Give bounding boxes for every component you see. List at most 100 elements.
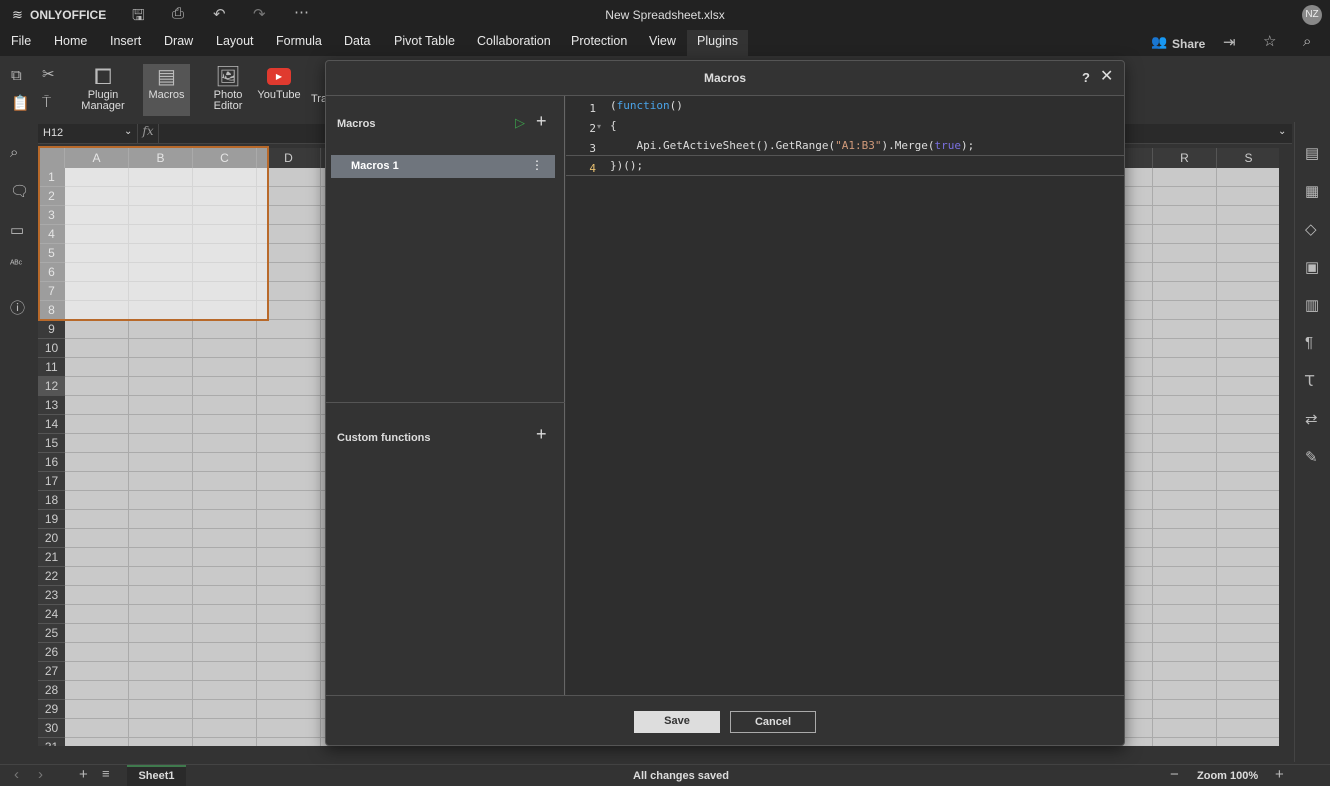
- search-icon[interactable]: ⌕: [10, 144, 18, 161]
- row-header[interactable]: 13: [38, 396, 65, 415]
- menu-view[interactable]: View: [649, 34, 676, 48]
- code-line-3: Api.GetActiveSheet().GetRange("A1:B3").M…: [610, 139, 975, 152]
- cell-reference-box[interactable]: H12: [43, 127, 63, 139]
- chat-icon[interactable]: ▭: [10, 221, 24, 239]
- row-header[interactable]: 16: [38, 453, 65, 472]
- menu-file[interactable]: File: [11, 34, 31, 48]
- spellcheck-icon[interactable]: ᴬᴮᶜ: [10, 259, 22, 270]
- image-settings-icon[interactable]: ▣: [1305, 258, 1319, 276]
- menu-collaboration[interactable]: Collaboration: [477, 34, 551, 48]
- paragraph-settings-icon[interactable]: ¶: [1305, 334, 1313, 351]
- row-header[interactable]: 10: [38, 339, 65, 358]
- row-header[interactable]: 23: [38, 586, 65, 605]
- pivot-settings-icon[interactable]: ⇄: [1305, 410, 1318, 428]
- row-header[interactable]: 9: [38, 320, 65, 339]
- row-header[interactable]: 20: [38, 529, 65, 548]
- title-bar: ≋ ONLYOFFICE 🖫 ⎙ ↶ ↷ ⋯ New Spreadsheet.x…: [0, 0, 1330, 30]
- code-line-1: (function(): [610, 99, 683, 112]
- help-button[interactable]: ?: [1082, 61, 1090, 95]
- menu-data[interactable]: Data: [344, 34, 370, 48]
- row-header[interactable]: 27: [38, 662, 65, 681]
- format-painter-icon[interactable]: ⍑: [42, 94, 51, 111]
- menu-layout[interactable]: Layout: [216, 34, 254, 48]
- document-title: New Spreadsheet.xlsx: [605, 8, 725, 22]
- row-header[interactable]: 28: [38, 681, 65, 700]
- horizontal-scrollbar[interactable]: [38, 746, 1292, 748]
- add-custom-function-icon[interactable]: +: [536, 424, 547, 445]
- table-settings-icon[interactable]: ▦: [1305, 182, 1319, 200]
- youtube-button[interactable]: ▶ YouTube: [256, 68, 302, 101]
- comments-icon[interactable]: 🗨: [10, 182, 29, 200]
- info-icon[interactable]: ⓘ: [10, 297, 25, 318]
- paste-icon[interactable]: 📋: [11, 94, 30, 112]
- menu-protection[interactable]: Protection: [571, 34, 627, 48]
- code-editor[interactable]: 1 2 ▾ 3 4 (function() { Api.GetActiveShe…: [566, 96, 1124, 695]
- macros-button[interactable]: ▤ Macros: [143, 64, 190, 116]
- shape-settings-icon[interactable]: ◇: [1305, 220, 1317, 238]
- fold-icon[interactable]: ▾: [597, 122, 601, 131]
- row-header[interactable]: 26: [38, 643, 65, 662]
- row-header[interactable]: 19: [38, 510, 65, 529]
- zoom-level[interactable]: Zoom 100%: [1197, 770, 1258, 782]
- insert-function-button[interactable]: fx: [137, 124, 159, 144]
- right-sidebar: ▤ ▦ ◇ ▣ ▥ ¶ Ꚍ ⇄ ✎: [1294, 122, 1330, 762]
- menu-pivot-table[interactable]: Pivot Table: [394, 34, 455, 48]
- open-location-icon[interactable]: ⇥: [1223, 33, 1236, 51]
- menu-insert[interactable]: Insert: [110, 34, 141, 48]
- chevron-down-icon[interactable]: ⌄: [124, 126, 132, 137]
- row-header[interactable]: 17: [38, 472, 65, 491]
- cell-settings-icon[interactable]: ▤: [1305, 144, 1319, 162]
- column-header[interactable]: S: [1217, 148, 1281, 168]
- row-header[interactable]: 21: [38, 548, 65, 567]
- search-icon[interactable]: ⌕: [1303, 33, 1311, 50]
- row-header[interactable]: 14: [38, 415, 65, 434]
- youtube-icon: ▶: [267, 68, 291, 85]
- share-button[interactable]: Share: [1172, 37, 1205, 51]
- copy-icon[interactable]: ⧉: [11, 67, 22, 84]
- row-header[interactable]: 30: [38, 719, 65, 738]
- macros-section-label: Macros: [337, 118, 376, 130]
- signature-icon[interactable]: ✎: [1305, 448, 1318, 466]
- share-icon[interactable]: 👥: [1151, 34, 1167, 50]
- puzzle-icon: ⧠: [94, 64, 112, 89]
- macros-icon: ▤: [157, 66, 176, 88]
- row-header[interactable]: 11: [38, 358, 65, 377]
- status-bar: ‹ › + ≡ Sheet1 All changes saved − Zoom …: [0, 764, 1330, 786]
- row-header[interactable]: 12: [38, 377, 65, 396]
- menu-draw[interactable]: Draw: [164, 34, 193, 48]
- row-header[interactable]: 18: [38, 491, 65, 510]
- photo-editor-button[interactable]: 🖼 Photo Editor: [205, 64, 251, 112]
- divider: [326, 402, 565, 403]
- photo-editor-icon: 🖼: [215, 66, 241, 88]
- plugin-manager-button[interactable]: ⧠ Plugin Manager: [78, 64, 128, 112]
- text-art-icon[interactable]: Ꚍ: [1305, 372, 1314, 390]
- row-header[interactable]: 15: [38, 434, 65, 453]
- add-macro-icon[interactable]: +: [536, 111, 547, 132]
- zoom-in-icon[interactable]: +: [1275, 766, 1284, 783]
- menu-plugins[interactable]: Plugins: [687, 30, 748, 56]
- cancel-button[interactable]: Cancel: [730, 711, 816, 733]
- chart-settings-icon[interactable]: ▥: [1305, 296, 1319, 314]
- run-macro-icon[interactable]: ▷: [515, 115, 525, 131]
- row-header[interactable]: 24: [38, 605, 65, 624]
- left-sidebar: ⌕ 🗨 ▭ ᴬᴮᶜ ⓘ: [0, 122, 38, 762]
- row-header[interactable]: 29: [38, 700, 65, 719]
- menu-formula[interactable]: Formula: [276, 34, 322, 48]
- zoom-out-icon[interactable]: −: [1170, 766, 1179, 783]
- save-button[interactable]: Save: [634, 711, 720, 733]
- menu-home[interactable]: Home: [54, 34, 87, 48]
- favorite-star-icon[interactable]: ☆: [1263, 32, 1276, 50]
- expand-formula-icon[interactable]: ⌄: [1278, 126, 1286, 137]
- save-status: All changes saved: [633, 770, 729, 782]
- close-icon[interactable]: ✕: [1100, 60, 1113, 94]
- column-header[interactable]: R: [1153, 148, 1217, 168]
- dialog-title: Macros: [703, 71, 747, 85]
- row-header[interactable]: 25: [38, 624, 65, 643]
- row-header[interactable]: 22: [38, 567, 65, 586]
- macros-dialog: Macros ? ✕ Macros ▷ + Macros 1 ⋮ Custom …: [325, 60, 1125, 746]
- user-avatar[interactable]: NZ: [1302, 5, 1322, 25]
- macro-options-icon[interactable]: ⋮: [531, 158, 543, 172]
- vertical-scrollbar[interactable]: [1279, 148, 1292, 748]
- macro-list-item[interactable]: Macros 1 ⋮: [331, 155, 555, 178]
- cut-icon[interactable]: ✂: [42, 65, 55, 83]
